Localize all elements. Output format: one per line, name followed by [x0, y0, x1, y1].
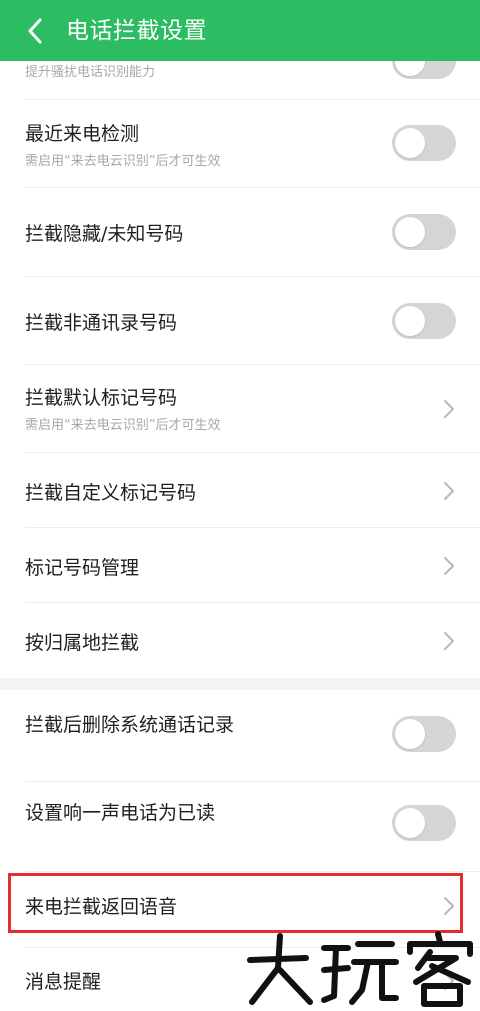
- setting-subtitle: 需启用“来去电云识别”后才可生效: [25, 154, 221, 169]
- chevron-right-icon: [444, 897, 454, 915]
- setting-label: 消息提醒: [25, 971, 102, 993]
- setting-label: 标记号码管理: [25, 557, 140, 579]
- chevron-right-icon: [444, 482, 454, 500]
- setting-label: 拦截隐藏/未知号码: [25, 223, 184, 245]
- setting-label: 提升骚扰电话识别能力: [25, 65, 156, 80]
- setting-row-block-hidden[interactable]: 拦截隐藏/未知号码: [0, 188, 480, 276]
- setting-row-block-default-marked[interactable]: 拦截默认标记号码 需启用“来去电云识别”后才可生效: [0, 365, 480, 453]
- setting-label: 拦截自定义标记号码: [25, 482, 197, 504]
- toggle-knob: [395, 217, 425, 247]
- setting-label: 来电拦截返回语音: [25, 896, 178, 918]
- setting-row-marked-number-mgmt[interactable]: 标记号码管理: [0, 528, 480, 603]
- chevron-right-icon: [444, 400, 454, 418]
- toggle-knob: [395, 808, 425, 838]
- chevron-right-icon: [444, 557, 454, 575]
- setting-row-block-by-region[interactable]: 按归属地拦截: [0, 603, 480, 678]
- watermark-logo: [247, 931, 473, 1007]
- setting-row-ring-once-read[interactable]: 设置响一声电话为已读: [0, 782, 480, 872]
- toggle-switch[interactable]: [392, 214, 456, 250]
- section-gap: [0, 678, 480, 690]
- page-title: 电话拦截设置: [66, 18, 207, 44]
- toggle-switch[interactable]: [392, 805, 456, 841]
- setting-row-block-custom-marked[interactable]: 拦截自定义标记号码: [0, 453, 480, 528]
- toggle-knob: [395, 306, 425, 336]
- setting-label: 拦截非通讯录号码: [25, 312, 178, 334]
- chevron-left-icon: [28, 18, 42, 44]
- toggle-switch[interactable]: [392, 716, 456, 752]
- app-header: 电话拦截设置: [0, 0, 480, 61]
- setting-row-delete-call-log[interactable]: 拦截后删除系统通话记录: [0, 690, 480, 788]
- toggle-knob: [395, 128, 425, 158]
- back-button[interactable]: [20, 14, 50, 48]
- setting-label: 按归属地拦截: [25, 632, 140, 654]
- toggle-switch[interactable]: [392, 125, 456, 161]
- setting-row-block-non-contacts[interactable]: 拦截非通讯录号码: [0, 277, 480, 365]
- chevron-right-icon: [444, 632, 454, 650]
- setting-row-recent-call-detect[interactable]: 最近来电检测 需启用“来去电云识别”后才可生效: [0, 100, 480, 188]
- toggle-switch[interactable]: [392, 303, 456, 339]
- setting-label: 拦截后删除系统通话记录: [25, 714, 235, 736]
- setting-label: 最近来电检测: [25, 123, 140, 145]
- setting-subtitle: 需启用“来去电云识别”后才可生效: [25, 418, 221, 433]
- setting-label: 拦截默认标记号码: [25, 387, 178, 409]
- setting-label: 设置响一声电话为已读: [25, 802, 216, 824]
- toggle-knob: [395, 719, 425, 749]
